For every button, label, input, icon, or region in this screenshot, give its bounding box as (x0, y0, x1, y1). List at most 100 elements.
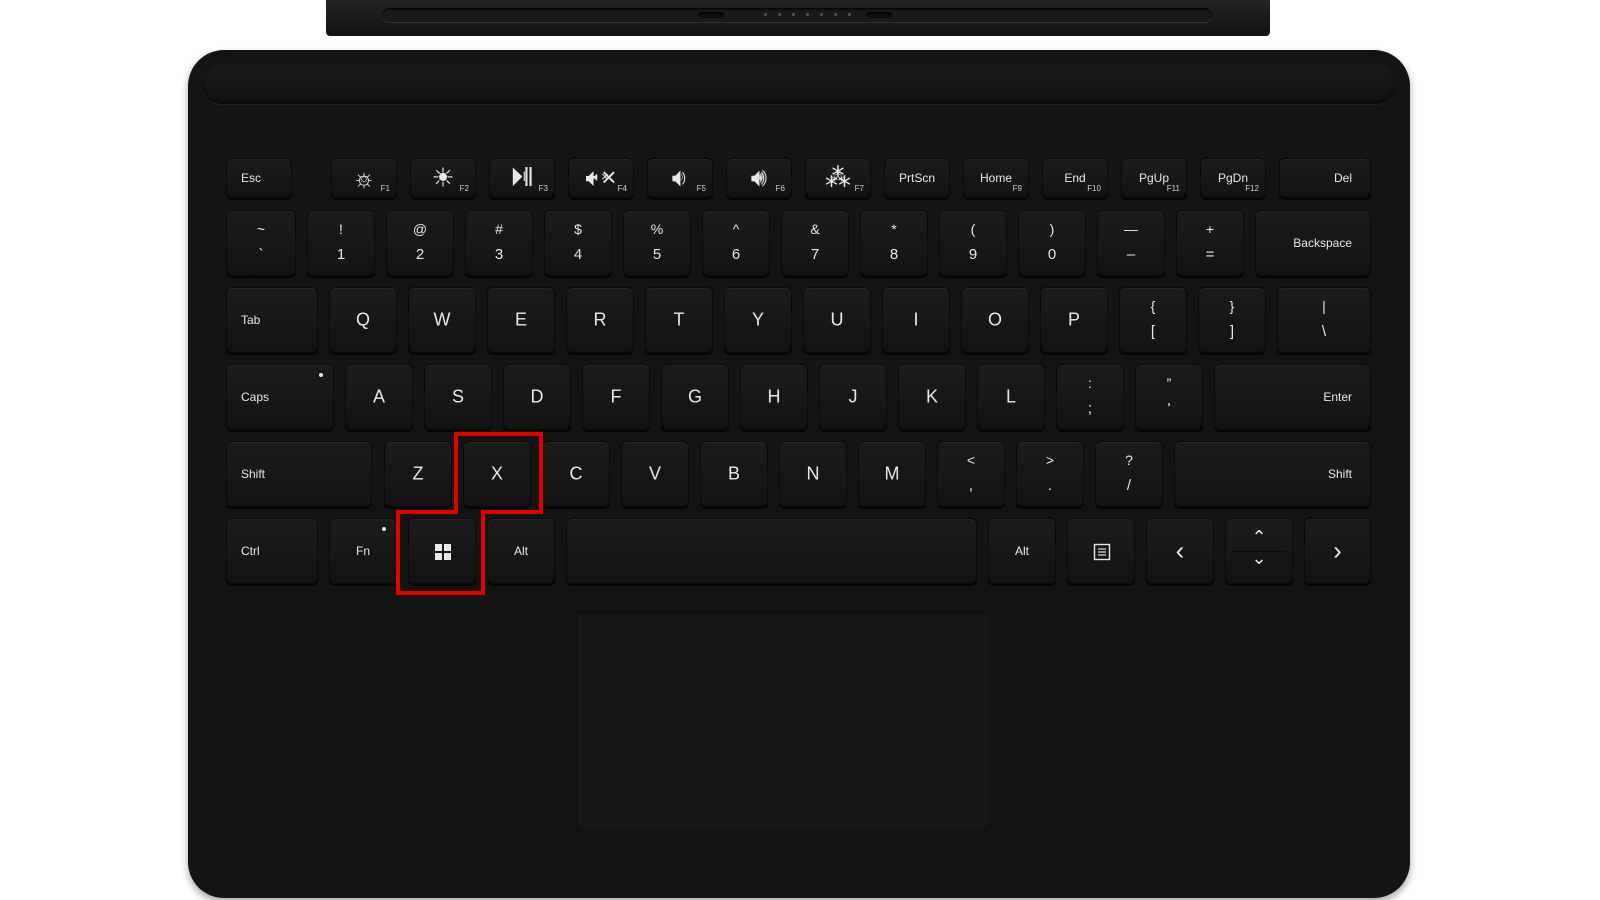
key-arrow-left[interactable]: ‹ (1146, 518, 1214, 584)
key-enter[interactable]: Enter (1214, 364, 1371, 430)
key-\[interactable]: | \ (1277, 287, 1371, 353)
volume-up-icon: 🔊︎ (754, 169, 764, 185)
key-del[interactable]: Del (1279, 158, 1371, 198)
key-tab[interactable]: Tab (226, 287, 318, 353)
key-shift[interactable]: Shift (1174, 441, 1371, 507)
key-–[interactable]: — – (1097, 210, 1165, 276)
key-shift-label: } (1229, 298, 1235, 314)
key-shift-label: * (891, 221, 897, 237)
key-alt[interactable]: Alt (487, 518, 555, 584)
key-windows[interactable] (408, 518, 476, 584)
connector-slot (382, 8, 1212, 22)
key-alt[interactable]: Alt (988, 518, 1056, 584)
trackpad[interactable] (576, 612, 990, 830)
key-p[interactable]: P (1040, 287, 1108, 353)
key-=[interactable]: + = (1176, 210, 1244, 276)
key-[[interactable]: {[ (1119, 287, 1187, 353)
key-label: 1 (336, 246, 346, 263)
windows-logo-icon (435, 544, 451, 560)
key-f3[interactable]: ⏵︎‖ ⏵︎‖ F3 (489, 158, 555, 198)
key-shift-label: > (1045, 452, 1055, 468)
key-label: 6 (731, 246, 741, 263)
key-j[interactable]: J (819, 364, 887, 430)
key-;[interactable]: :; (1056, 364, 1124, 430)
key-prtscn[interactable]: PrtScn (884, 158, 950, 198)
key-7[interactable]: & 7 (781, 210, 849, 276)
key-8[interactable]: * 8 (860, 210, 928, 276)
key-label: B (727, 463, 740, 484)
key-'[interactable]: ” ' (1135, 364, 1203, 430)
key-arrow-right[interactable]: › (1304, 518, 1371, 584)
key-shift[interactable]: Shift (226, 441, 372, 507)
key-l[interactable]: L (977, 364, 1045, 430)
key-x[interactable]: X (463, 441, 531, 507)
key-y[interactable]: Y (724, 287, 792, 353)
key-1[interactable]: ! 1 (307, 210, 375, 276)
key-label: U (830, 309, 844, 330)
key-label: P (1067, 309, 1080, 330)
key-menu[interactable] (1067, 518, 1135, 584)
key-t[interactable]: T (645, 287, 713, 353)
key-2[interactable]: @2 (386, 210, 454, 276)
key-m[interactable]: M (858, 441, 926, 507)
key-n[interactable]: N (779, 441, 847, 507)
key-w[interactable]: W (408, 287, 476, 353)
key-][interactable]: }] (1198, 287, 1266, 353)
key-h[interactable]: H (740, 364, 808, 430)
key-arrow-up-down[interactable]: ⌃ ⌄ (1225, 518, 1293, 584)
key-a[interactable]: A (345, 364, 413, 430)
key-b[interactable]: B (700, 441, 768, 507)
key-,[interactable]: <, (937, 441, 1005, 507)
key-d[interactable]: D (503, 364, 571, 430)
key-shift-label: @ (412, 221, 428, 237)
key-label: PgDn (1217, 171, 1249, 185)
brightness-down-icon: ☼ (358, 169, 370, 185)
key-pgup[interactable]: PgUp F11 (1121, 158, 1187, 198)
key-r[interactable]: R (566, 287, 634, 353)
key-e[interactable]: E (487, 287, 555, 353)
key-caps[interactable]: Caps (226, 364, 334, 430)
key-f7[interactable]: ⁂ ⁂ F7 (805, 158, 871, 198)
key-u[interactable]: U (803, 287, 871, 353)
key-5[interactable]: % 5 (623, 210, 691, 276)
key-6[interactable]: ^ 6 (702, 210, 770, 276)
key-label: E (514, 309, 527, 330)
key-v[interactable]: V (621, 441, 689, 507)
key-end[interactable]: End F10 (1042, 158, 1108, 198)
key-space[interactable] (566, 518, 977, 584)
key-f2[interactable]: ☀ ☀ F2 (410, 158, 476, 198)
key-i[interactable]: I (882, 287, 950, 353)
key-f[interactable]: F (582, 364, 650, 430)
key-ctrl[interactable]: Ctrl (226, 518, 318, 584)
key-label: \ (1321, 323, 1327, 340)
key-f4[interactable]: 🔈︎× 🔈︎× F4 (568, 158, 634, 198)
key-fn[interactable]: Fn (329, 518, 397, 584)
key-label: PgUp (1138, 171, 1170, 185)
key-4[interactable]: $4 (544, 210, 612, 276)
key-q[interactable]: Q (329, 287, 397, 353)
key-f6[interactable]: 🔊︎ 🔊︎ F6 (726, 158, 792, 198)
key-esc[interactable]: Esc (226, 158, 292, 198)
key-o[interactable]: O (961, 287, 1029, 353)
key-label: Fn (355, 544, 370, 558)
menu-icon (1093, 543, 1111, 561)
key-k[interactable]: K (898, 364, 966, 430)
key-c[interactable]: C (542, 441, 610, 507)
key-.[interactable]: >. (1016, 441, 1084, 507)
key-g[interactable]: G (661, 364, 729, 430)
key-0[interactable]: ) 0 (1018, 210, 1086, 276)
key-label: 4 (573, 246, 583, 263)
key-home[interactable]: Home F9 (963, 158, 1029, 198)
key-s[interactable]: S (424, 364, 492, 430)
key-label: N (806, 463, 820, 484)
key-f1[interactable]: ☼ ☼ F1 (331, 158, 397, 198)
key-backspace[interactable]: Backspace (1255, 210, 1371, 276)
key-z[interactable]: Z (384, 441, 452, 507)
key-`[interactable]: ~ ` (226, 210, 296, 276)
key-9[interactable]: (9 (939, 210, 1007, 276)
key-/[interactable]: ? / (1095, 441, 1163, 507)
key-3[interactable]: #3 (465, 210, 533, 276)
key-pgdn[interactable]: PgDn F12 (1200, 158, 1266, 198)
connector-pin (806, 13, 809, 16)
key-f5[interactable]: 🔉︎ 🔉︎ F5 (647, 158, 713, 198)
